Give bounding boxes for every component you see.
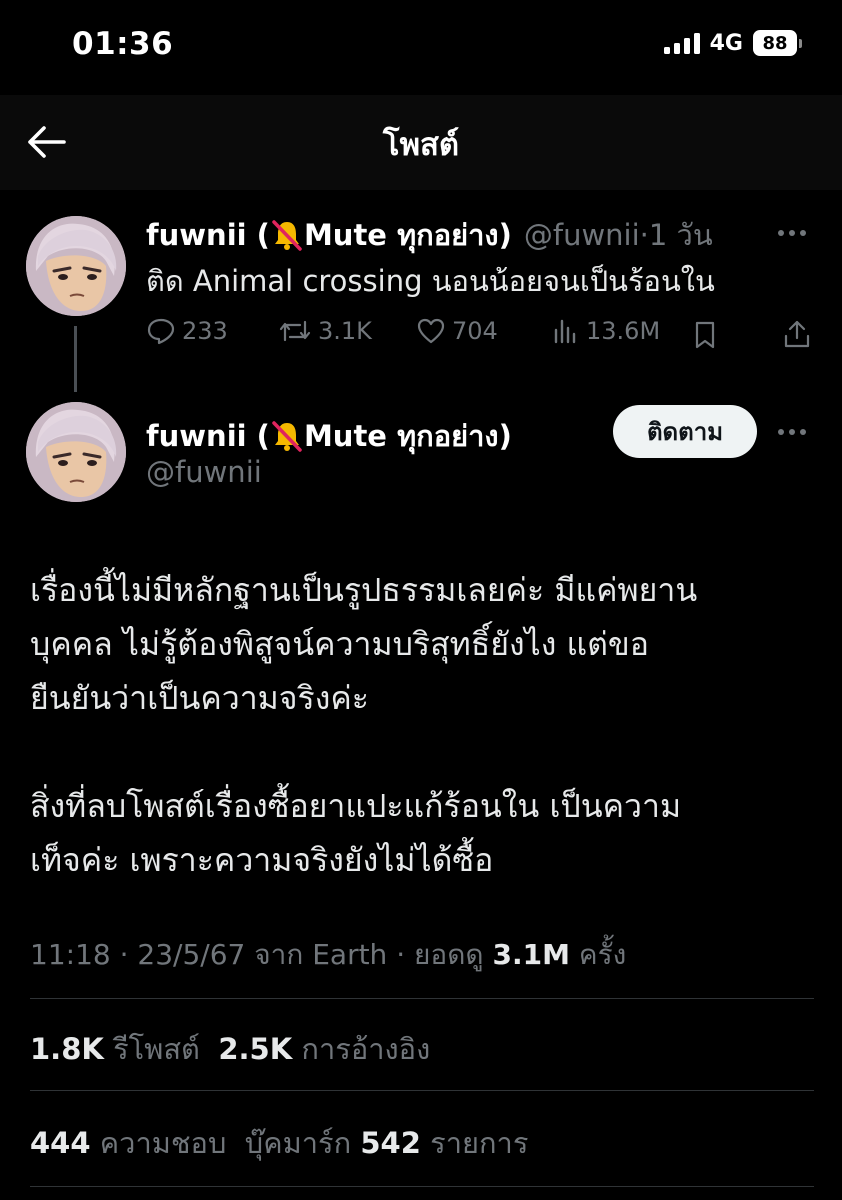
views-button[interactable]: 13.6M (552, 316, 660, 346)
action-bar: 233 3.1K 704 13.6M (146, 316, 816, 356)
post-text-line: เรื่องนี้ไม่มีหลักฐานเป็นรูปธรรมเลยค่ะ ม… (30, 571, 698, 609)
heart-icon (417, 318, 445, 344)
post-text-line: เท็จค่ะ เพราะความจริงยังไม่ได้ซื้อ (30, 841, 494, 879)
like-button[interactable]: 704 (416, 316, 498, 346)
thread-line (74, 326, 77, 392)
bookmarks-stat[interactable]: บุ๊คมาร์ก 542 รายการ (245, 1126, 529, 1160)
engagement-stats-row: 1.8K รีโพสต์ 2.5K การอ้างอิง (30, 1026, 430, 1072)
page-title: โพสต์ (382, 127, 460, 163)
bookmark-icon[interactable] (692, 320, 718, 350)
post-text-line: สิ่งที่ลบโพสต์เรื่องซื้อยาแปะแก้ร้อนใน เ… (30, 787, 682, 825)
post-body: เรื่องนี้ไม่มีหลักฐานเป็นรูปธรรมเลยค่ะ ม… (30, 563, 820, 887)
status-bar: 01:36 4G 88 (0, 0, 842, 95)
reply-button[interactable]: 233 (146, 316, 228, 346)
post-view-label: ครั้ง (569, 938, 627, 971)
status-indicators: 4G 88 (663, 30, 802, 56)
reposts-count: 1.8K (30, 1032, 104, 1066)
author-name: fuwnii ( (146, 419, 270, 453)
avatar-image (26, 216, 126, 316)
muted-bell-icon (272, 220, 302, 251)
post-age: ·1 วัน (639, 218, 713, 252)
reposts-label: รีโพสต์ (113, 1032, 200, 1066)
parent-post-text: ติด Animal crossing นอนน้อยจนเป็นร้อนใน (146, 264, 715, 298)
status-time: 01:36 (72, 26, 174, 62)
follow-button[interactable]: ติดตาม (613, 405, 757, 458)
network-type: 4G (709, 30, 743, 56)
battery-icon: 88 (753, 30, 802, 56)
repost-button[interactable]: 3.1K (278, 316, 372, 346)
author-handle[interactable]: @fuwnii (524, 218, 640, 252)
avatar[interactable] (26, 216, 126, 316)
likes-stat[interactable]: 444 ความชอบ (30, 1126, 226, 1160)
main-author-line[interactable]: fuwnii ( Mute ทุกอย่าง) (146, 413, 512, 459)
author-name: fuwnii ( (146, 218, 270, 252)
more-options-icon[interactable] (778, 429, 806, 435)
like-count: 704 (452, 317, 498, 345)
share-icon[interactable] (782, 318, 812, 350)
views-chart-icon (554, 319, 576, 344)
view-count: 13.6M (586, 317, 661, 345)
more-options-icon[interactable] (778, 230, 806, 236)
post-meta: 11:18 · 23/5/67 จาก Earth · ยอดดู 3.1M ค… (30, 933, 626, 977)
quotes-count: 2.5K (218, 1032, 293, 1066)
likes-bookmarks-row: 444 ความชอบ บุ๊คมาร์ก 542 รายการ (30, 1120, 528, 1166)
author-name-suffix: Mute ทุกอย่าง) (303, 218, 512, 252)
muted-bell-icon (272, 421, 302, 452)
reply-count: 233 (182, 317, 228, 345)
bookmarks-label: บุ๊คมาร์ก (244, 1126, 352, 1160)
divider (30, 1186, 814, 1187)
author-handle[interactable]: @fuwnii (146, 455, 262, 489)
repost-icon (279, 320, 311, 342)
quotes-label: การอ้างอิง (301, 1032, 431, 1066)
divider (30, 998, 814, 999)
avatar-image (26, 402, 126, 502)
parent-author-line[interactable]: fuwnii ( Mute ทุกอย่าง) @fuwnii ·1 วัน (146, 212, 713, 258)
battery-level: 88 (753, 30, 797, 56)
post-text-line: บุคคล ไม่รู้ต้องพิสูจน์ความบริสุทธิ์ยังไ… (30, 625, 650, 663)
divider (30, 1090, 814, 1091)
avatar[interactable] (26, 402, 126, 502)
post-text-line: ยืนยันว่าเป็นความจริงค่ะ (30, 679, 369, 717)
signal-icon (663, 32, 700, 54)
repost-count: 3.1K (318, 317, 372, 345)
reply-icon (147, 318, 175, 345)
post-view-count: 3.1M (492, 938, 570, 971)
author-name-suffix: Mute ทุกอย่าง) (303, 419, 512, 453)
reposts-stat[interactable]: 1.8K รีโพสต์ (30, 1032, 200, 1066)
quotes-stat[interactable]: 2.5K การอ้างอิง (218, 1032, 430, 1066)
bookmarks-suffix: รายการ (430, 1126, 529, 1160)
likes-count: 444 (30, 1126, 91, 1160)
bookmarks-count: 542 (360, 1126, 421, 1160)
post-timestamp-source: 11:18 · 23/5/67 จาก Earth · ยอดดู (30, 938, 493, 971)
nav-header: โพสต์ (0, 95, 842, 190)
likes-label: ความชอบ (99, 1126, 227, 1160)
